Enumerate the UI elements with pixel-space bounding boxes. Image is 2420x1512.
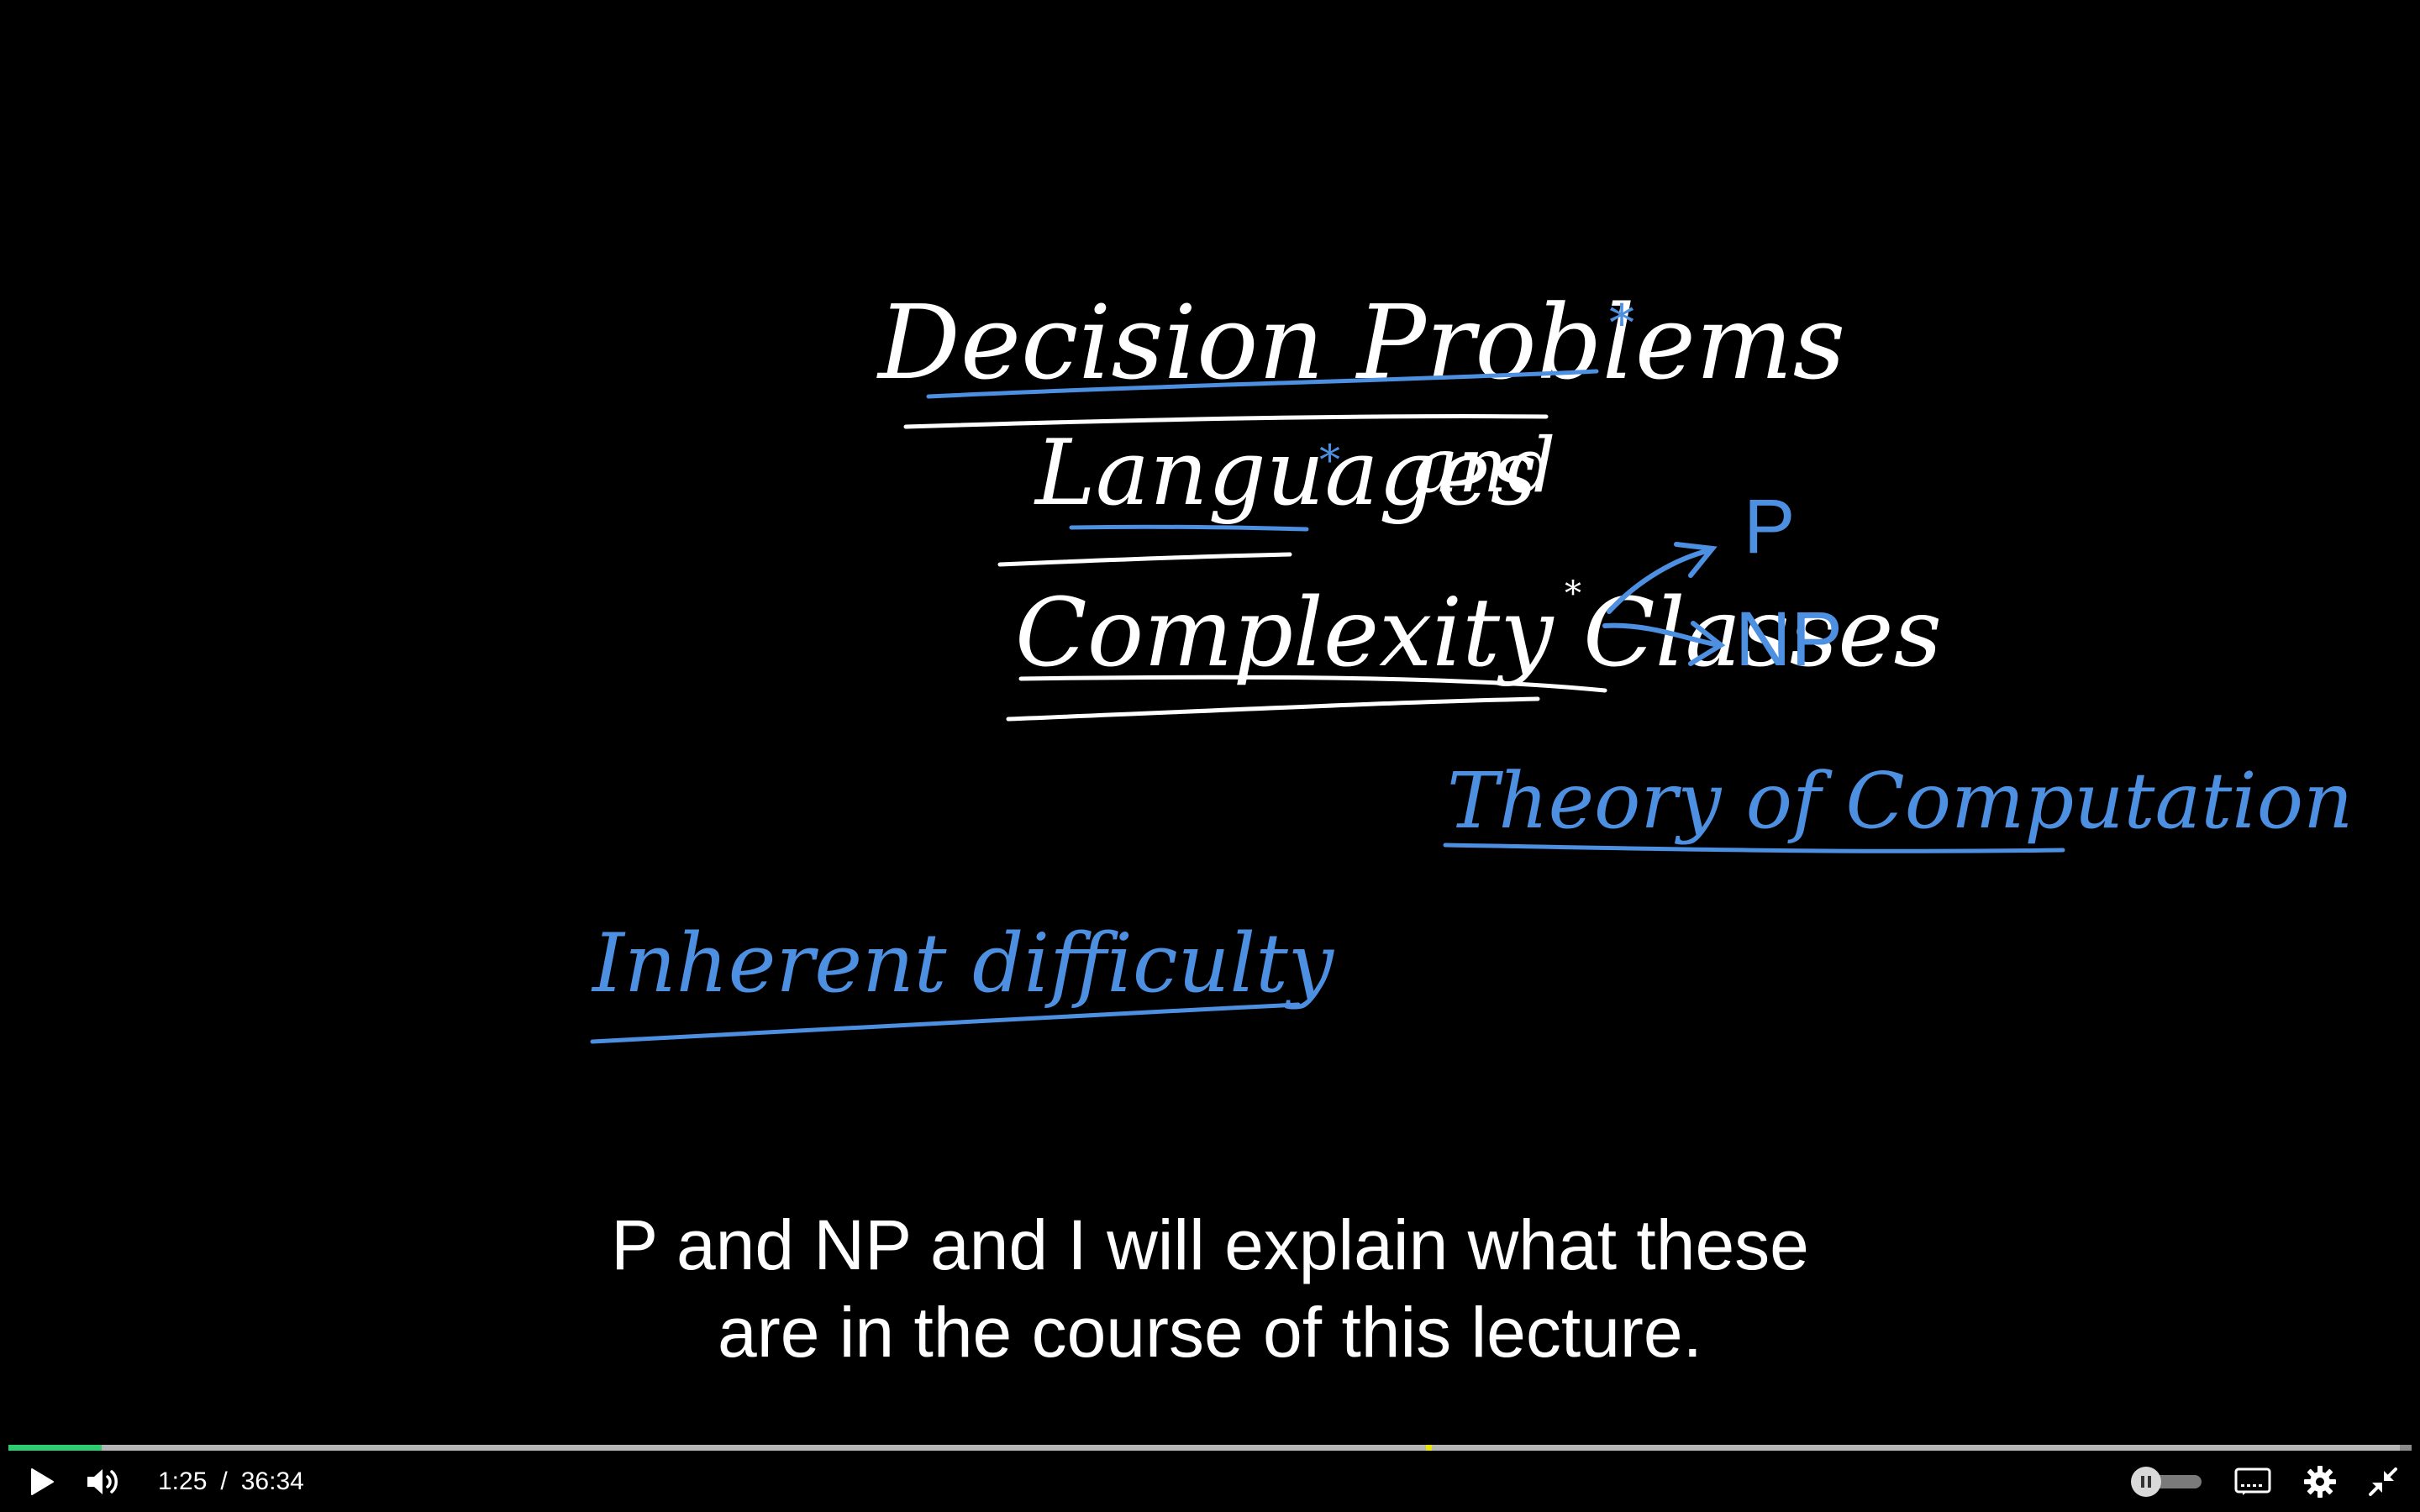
volume-icon [87, 1469, 118, 1494]
progress-bar[interactable] [8, 1445, 2412, 1451]
exit-fullscreen-button[interactable] [2360, 1457, 2407, 1507]
captions-overlay: P and NP and I will explain what these a… [0, 1201, 2420, 1376]
autoplay-toggle-icon [2131, 1467, 2202, 1497]
video-player[interactable]: Decision Problems * Languages * and Comp… [0, 0, 2420, 1512]
asterisk-complexity: * [1565, 575, 1581, 613]
autoplay-toggle[interactable] [2126, 1457, 2207, 1507]
captions-icon [2234, 1467, 2271, 1495]
play-icon [31, 1468, 54, 1495]
underline-complexity-2 [1006, 696, 1540, 722]
underline-languages-white [997, 552, 1292, 567]
underline-languages-blue [1069, 524, 1309, 532]
caption-line-2: are in the course of this lecture. [718, 1293, 1702, 1372]
progress-buffered [8, 1445, 2400, 1451]
progress-played [8, 1445, 102, 1451]
time-separator: / [220, 1467, 228, 1495]
chapter-marker[interactable] [1426, 1445, 1433, 1451]
duration: 36:34 [240, 1467, 304, 1495]
asterisk-languages: * [1319, 436, 1340, 485]
settings-button[interactable] [2294, 1457, 2346, 1507]
time-display: 1:25 / 36:34 [158, 1457, 304, 1507]
current-time: 1:25 [158, 1467, 208, 1495]
captions-button[interactable] [2227, 1457, 2279, 1507]
play-button[interactable] [18, 1457, 66, 1507]
gear-icon [2304, 1466, 2336, 1498]
board-line-decision-problems: Decision Problems [876, 283, 1845, 402]
control-bar: 1:25 / 36:34 [0, 1452, 2420, 1512]
caption-line-1: P and NP and I will explain what these [611, 1205, 1809, 1284]
note-inherent-difficulty: Inherent difficulty [591, 916, 1335, 1011]
class-p-label: P [1744, 484, 1795, 570]
class-np-label: NP [1735, 596, 1843, 682]
board-word-and: and [1413, 422, 1555, 510]
underline-theory [1443, 843, 2065, 853]
asterisk-decision: * [1609, 294, 1634, 353]
volume-button[interactable] [77, 1457, 131, 1507]
topic-theory-of-computation: Theory of Computation [1447, 756, 2353, 846]
exit-fullscreen-icon [2369, 1467, 2397, 1496]
